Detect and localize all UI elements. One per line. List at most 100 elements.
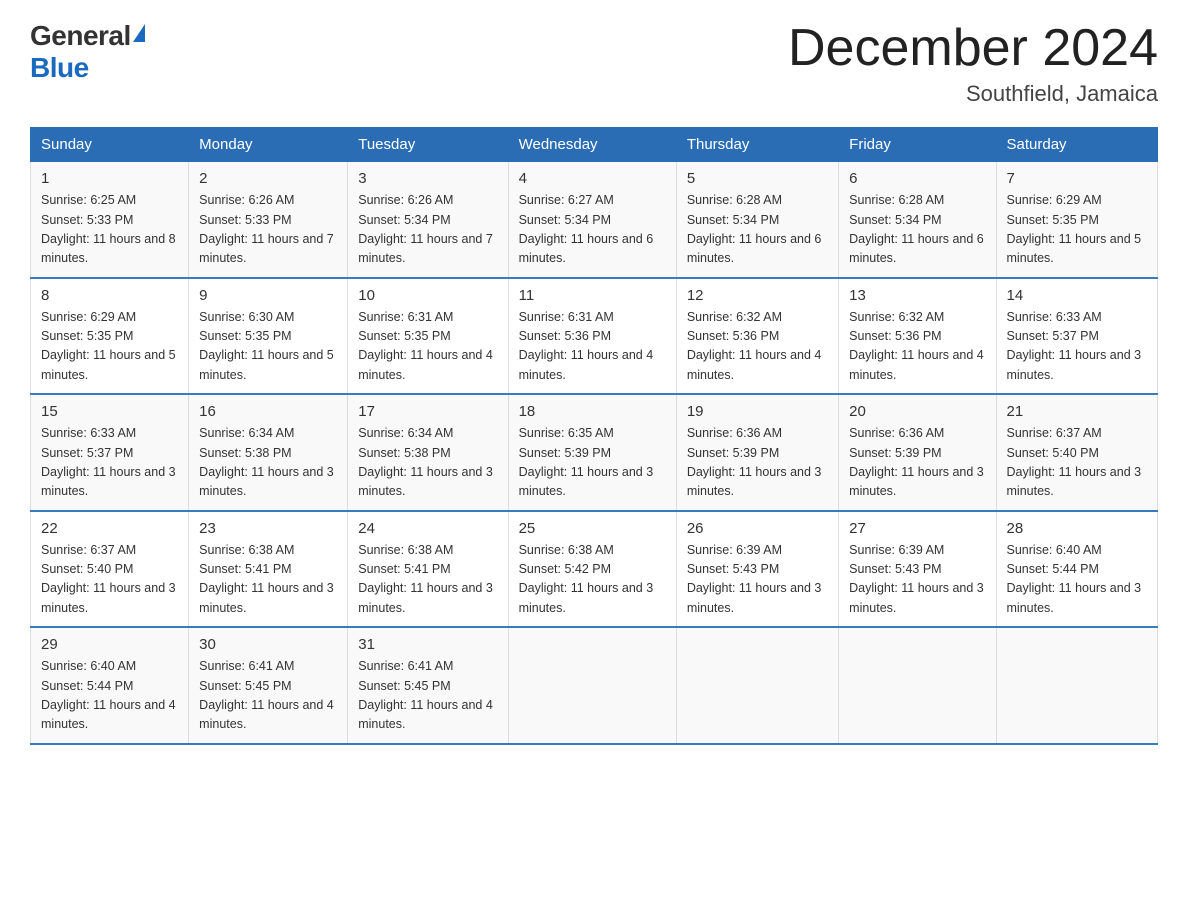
- table-row: 9 Sunrise: 6:30 AM Sunset: 5:35 PM Dayli…: [189, 278, 348, 395]
- day-info: Sunrise: 6:29 AM Sunset: 5:35 PM Dayligh…: [1007, 191, 1147, 269]
- day-info: Sunrise: 6:28 AM Sunset: 5:34 PM Dayligh…: [687, 191, 828, 269]
- day-info: Sunrise: 6:26 AM Sunset: 5:33 PM Dayligh…: [199, 191, 337, 269]
- table-row: 10 Sunrise: 6:31 AM Sunset: 5:35 PM Dayl…: [348, 278, 508, 395]
- col-saturday: Saturday: [996, 128, 1157, 162]
- day-info: Sunrise: 6:28 AM Sunset: 5:34 PM Dayligh…: [849, 191, 985, 269]
- day-number: 27: [849, 520, 985, 537]
- table-row: 22 Sunrise: 6:37 AM Sunset: 5:40 PM Dayl…: [31, 511, 189, 628]
- table-row: 29 Sunrise: 6:40 AM Sunset: 5:44 PM Dayl…: [31, 627, 189, 744]
- day-number: 6: [849, 170, 985, 187]
- table-row: [996, 627, 1157, 744]
- day-info: Sunrise: 6:37 AM Sunset: 5:40 PM Dayligh…: [1007, 424, 1147, 502]
- day-info: Sunrise: 6:33 AM Sunset: 5:37 PM Dayligh…: [41, 424, 178, 502]
- page-subtitle: Southfield, Jamaica: [788, 81, 1158, 107]
- table-row: [508, 627, 676, 744]
- table-row: 18 Sunrise: 6:35 AM Sunset: 5:39 PM Dayl…: [508, 394, 676, 511]
- day-info: Sunrise: 6:33 AM Sunset: 5:37 PM Dayligh…: [1007, 308, 1147, 386]
- table-row: 31 Sunrise: 6:41 AM Sunset: 5:45 PM Dayl…: [348, 627, 508, 744]
- day-number: 9: [199, 287, 337, 304]
- day-number: 18: [519, 403, 666, 420]
- day-info: Sunrise: 6:40 AM Sunset: 5:44 PM Dayligh…: [1007, 541, 1147, 619]
- day-number: 23: [199, 520, 337, 537]
- day-info: Sunrise: 6:40 AM Sunset: 5:44 PM Dayligh…: [41, 657, 178, 735]
- day-number: 24: [358, 520, 497, 537]
- table-row: 19 Sunrise: 6:36 AM Sunset: 5:39 PM Dayl…: [676, 394, 838, 511]
- table-row: 14 Sunrise: 6:33 AM Sunset: 5:37 PM Dayl…: [996, 278, 1157, 395]
- day-number: 3: [358, 170, 497, 187]
- day-number: 13: [849, 287, 985, 304]
- day-number: 30: [199, 636, 337, 653]
- table-row: 26 Sunrise: 6:39 AM Sunset: 5:43 PM Dayl…: [676, 511, 838, 628]
- table-row: 7 Sunrise: 6:29 AM Sunset: 5:35 PM Dayli…: [996, 162, 1157, 278]
- day-number: 28: [1007, 520, 1147, 537]
- page-title: December 2024: [788, 20, 1158, 77]
- col-friday: Friday: [839, 128, 996, 162]
- table-row: 25 Sunrise: 6:38 AM Sunset: 5:42 PM Dayl…: [508, 511, 676, 628]
- col-thursday: Thursday: [676, 128, 838, 162]
- table-row: 6 Sunrise: 6:28 AM Sunset: 5:34 PM Dayli…: [839, 162, 996, 278]
- day-info: Sunrise: 6:32 AM Sunset: 5:36 PM Dayligh…: [849, 308, 985, 386]
- calendar-header: Sunday Monday Tuesday Wednesday Thursday…: [31, 128, 1158, 162]
- table-row: [676, 627, 838, 744]
- day-info: Sunrise: 6:25 AM Sunset: 5:33 PM Dayligh…: [41, 191, 178, 269]
- day-info: Sunrise: 6:39 AM Sunset: 5:43 PM Dayligh…: [687, 541, 828, 619]
- day-info: Sunrise: 6:36 AM Sunset: 5:39 PM Dayligh…: [687, 424, 828, 502]
- day-number: 7: [1007, 170, 1147, 187]
- logo-triangle-icon: [133, 24, 145, 42]
- day-info: Sunrise: 6:31 AM Sunset: 5:35 PM Dayligh…: [358, 308, 497, 386]
- day-info: Sunrise: 6:38 AM Sunset: 5:42 PM Dayligh…: [519, 541, 666, 619]
- day-info: Sunrise: 6:36 AM Sunset: 5:39 PM Dayligh…: [849, 424, 985, 502]
- day-number: 1: [41, 170, 178, 187]
- day-number: 19: [687, 403, 828, 420]
- table-row: 3 Sunrise: 6:26 AM Sunset: 5:34 PM Dayli…: [348, 162, 508, 278]
- day-info: Sunrise: 6:41 AM Sunset: 5:45 PM Dayligh…: [358, 657, 497, 735]
- day-info: Sunrise: 6:41 AM Sunset: 5:45 PM Dayligh…: [199, 657, 337, 735]
- day-info: Sunrise: 6:34 AM Sunset: 5:38 PM Dayligh…: [358, 424, 497, 502]
- day-number: 17: [358, 403, 497, 420]
- table-row: 24 Sunrise: 6:38 AM Sunset: 5:41 PM Dayl…: [348, 511, 508, 628]
- table-row: 27 Sunrise: 6:39 AM Sunset: 5:43 PM Dayl…: [839, 511, 996, 628]
- calendar-body: 1 Sunrise: 6:25 AM Sunset: 5:33 PM Dayli…: [31, 162, 1158, 744]
- day-info: Sunrise: 6:37 AM Sunset: 5:40 PM Dayligh…: [41, 541, 178, 619]
- day-number: 16: [199, 403, 337, 420]
- table-row: 20 Sunrise: 6:36 AM Sunset: 5:39 PM Dayl…: [839, 394, 996, 511]
- day-number: 29: [41, 636, 178, 653]
- table-row: 5 Sunrise: 6:28 AM Sunset: 5:34 PM Dayli…: [676, 162, 838, 278]
- calendar-table: Sunday Monday Tuesday Wednesday Thursday…: [30, 127, 1158, 745]
- day-number: 11: [519, 287, 666, 304]
- logo-blue-text: Blue: [30, 52, 89, 84]
- logo-general-text: General: [30, 20, 131, 52]
- table-row: 23 Sunrise: 6:38 AM Sunset: 5:41 PM Dayl…: [189, 511, 348, 628]
- col-wednesday: Wednesday: [508, 128, 676, 162]
- day-number: 8: [41, 287, 178, 304]
- day-info: Sunrise: 6:31 AM Sunset: 5:36 PM Dayligh…: [519, 308, 666, 386]
- table-row: 1 Sunrise: 6:25 AM Sunset: 5:33 PM Dayli…: [31, 162, 189, 278]
- table-row: 2 Sunrise: 6:26 AM Sunset: 5:33 PM Dayli…: [189, 162, 348, 278]
- day-number: 22: [41, 520, 178, 537]
- table-row: 16 Sunrise: 6:34 AM Sunset: 5:38 PM Dayl…: [189, 394, 348, 511]
- day-number: 20: [849, 403, 985, 420]
- day-number: 4: [519, 170, 666, 187]
- day-number: 21: [1007, 403, 1147, 420]
- table-row: 11 Sunrise: 6:31 AM Sunset: 5:36 PM Dayl…: [508, 278, 676, 395]
- table-row: 21 Sunrise: 6:37 AM Sunset: 5:40 PM Dayl…: [996, 394, 1157, 511]
- day-info: Sunrise: 6:29 AM Sunset: 5:35 PM Dayligh…: [41, 308, 178, 386]
- table-row: 13 Sunrise: 6:32 AM Sunset: 5:36 PM Dayl…: [839, 278, 996, 395]
- col-tuesday: Tuesday: [348, 128, 508, 162]
- table-row: 28 Sunrise: 6:40 AM Sunset: 5:44 PM Dayl…: [996, 511, 1157, 628]
- day-number: 5: [687, 170, 828, 187]
- day-info: Sunrise: 6:38 AM Sunset: 5:41 PM Dayligh…: [199, 541, 337, 619]
- col-monday: Monday: [189, 128, 348, 162]
- day-number: 10: [358, 287, 497, 304]
- table-row: 4 Sunrise: 6:27 AM Sunset: 5:34 PM Dayli…: [508, 162, 676, 278]
- logo: General Blue: [30, 20, 145, 84]
- day-info: Sunrise: 6:39 AM Sunset: 5:43 PM Dayligh…: [849, 541, 985, 619]
- day-info: Sunrise: 6:27 AM Sunset: 5:34 PM Dayligh…: [519, 191, 666, 269]
- day-info: Sunrise: 6:38 AM Sunset: 5:41 PM Dayligh…: [358, 541, 497, 619]
- table-row: [839, 627, 996, 744]
- day-info: Sunrise: 6:34 AM Sunset: 5:38 PM Dayligh…: [199, 424, 337, 502]
- day-info: Sunrise: 6:26 AM Sunset: 5:34 PM Dayligh…: [358, 191, 497, 269]
- page-header: General Blue December 2024 Southfield, J…: [30, 20, 1158, 107]
- day-number: 26: [687, 520, 828, 537]
- table-row: 12 Sunrise: 6:32 AM Sunset: 5:36 PM Dayl…: [676, 278, 838, 395]
